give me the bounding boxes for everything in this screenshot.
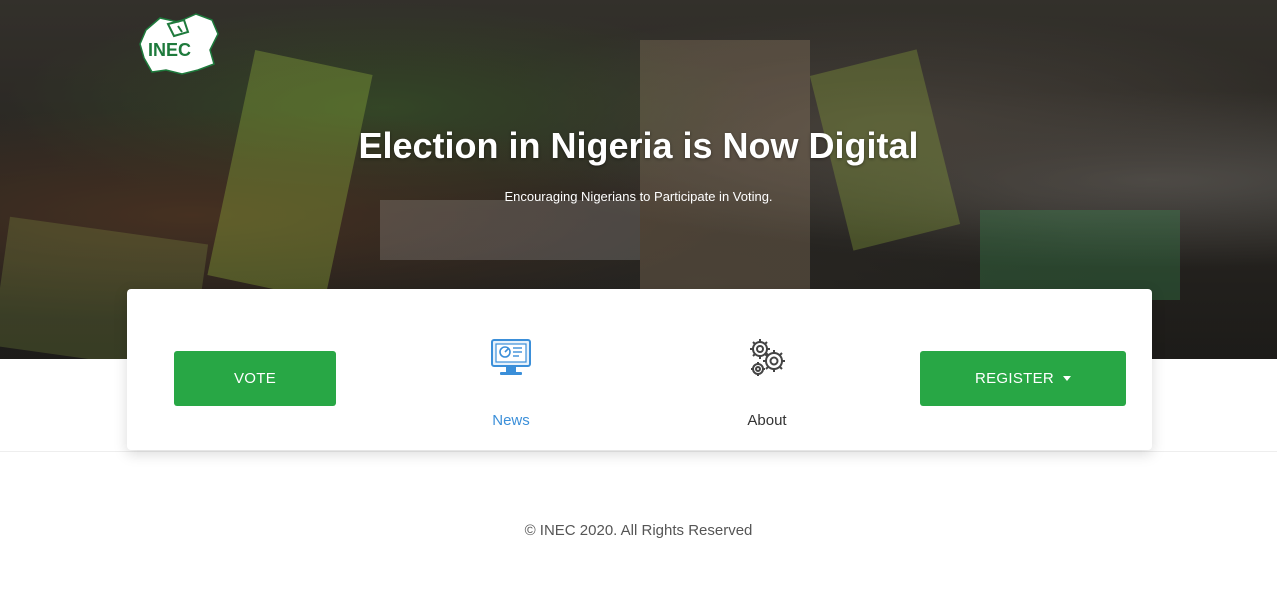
caret-down-icon xyxy=(1063,376,1072,381)
hero-title: Election in Nigeria is Now Digital xyxy=(358,125,919,166)
logo-text: INEC xyxy=(148,40,191,60)
computer-monitor-icon xyxy=(486,333,536,383)
hero-photo-detail xyxy=(207,50,373,300)
action-card: VOTE News About REGISTER xyxy=(127,289,1152,450)
hero-photo-detail xyxy=(380,200,640,260)
about-link-label: About xyxy=(747,412,787,429)
section-divider xyxy=(0,451,1277,452)
register-button-label: REGISTER xyxy=(974,370,1055,387)
register-dropdown-button[interactable]: REGISTER xyxy=(920,351,1126,406)
vote-button[interactable]: VOTE xyxy=(174,351,336,406)
hero-photo-detail xyxy=(980,210,1180,300)
vote-button-label: VOTE xyxy=(233,370,277,387)
hero-photo-detail xyxy=(640,40,810,300)
news-link[interactable]: News xyxy=(441,333,581,429)
gears-icon xyxy=(742,333,792,383)
footer-copyright: © INEC 2020. All Rights Reserved xyxy=(524,522,753,539)
news-link-label: News xyxy=(492,412,530,429)
about-link[interactable]: About xyxy=(697,333,837,429)
inec-logo[interactable]: INEC xyxy=(138,10,222,78)
hero-subtitle: Encouraging Nigerians to Participate in … xyxy=(504,189,773,204)
